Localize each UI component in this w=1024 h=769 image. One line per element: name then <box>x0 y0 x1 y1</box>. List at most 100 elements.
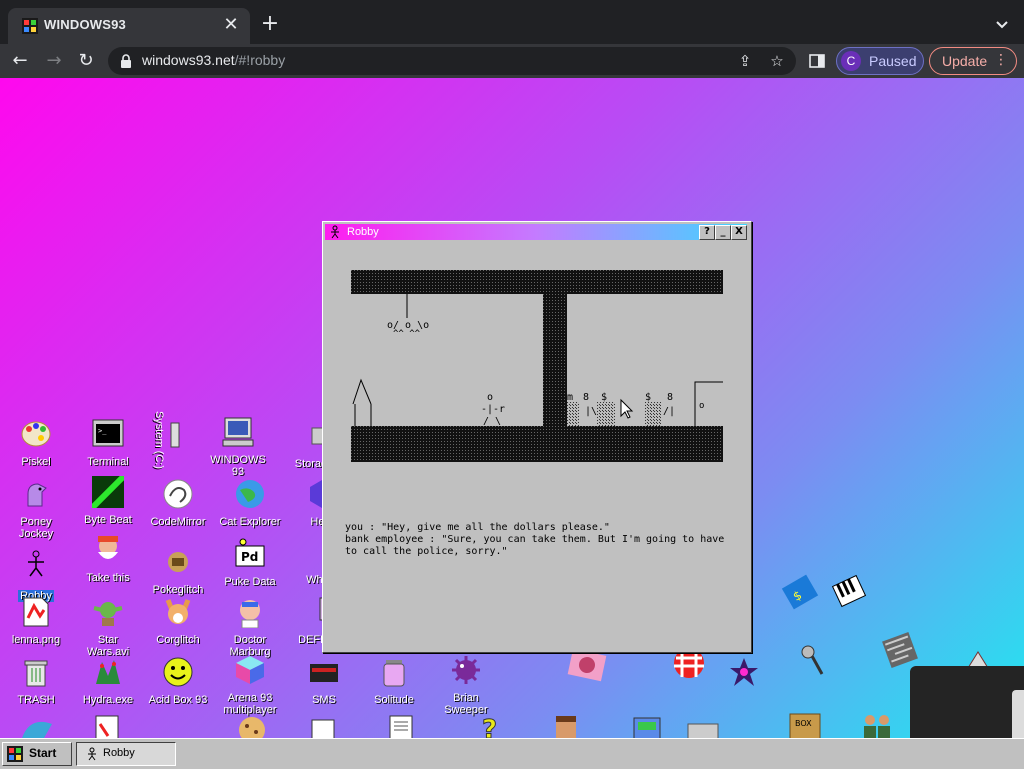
desktop-icon-corglitch[interactable]: Corglitch <box>146 596 210 646</box>
desktop-icon-doctor-marburg[interactable]: Doctor Marburg <box>218 596 282 658</box>
bootleg-icon: $ <box>781 574 819 610</box>
address-bar[interactable]: windows93.net/#!robby ⇪ ☆ <box>108 47 796 75</box>
forward-icon[interactable]: → <box>42 49 66 73</box>
desktop-icon-star-wars[interactable]: Star Wars.avi <box>76 596 140 658</box>
tab-search-chevron-icon[interactable] <box>992 14 1012 34</box>
robby-game-scene[interactable]: o/ o \o ^^ ^^ o -|-r / \ m 8 |\ $ $ 8 /|… <box>351 270 723 462</box>
desktop-icon-cat-explorer[interactable]: Cat Explorer <box>218 478 282 528</box>
tent <box>352 378 372 426</box>
bank-employee: 8 <box>583 392 589 403</box>
desktop-icon-take-this[interactable]: Take this <box>76 534 140 584</box>
tab-close-icon[interactable]: ✕ <box>220 14 242 36</box>
desktop-icon-piskel[interactable]: Piskel <box>4 418 68 468</box>
kebab-menu-icon[interactable]: ⋮ <box>994 52 1008 68</box>
question-mark-icon: ? <box>482 715 498 739</box>
side-panel-icon[interactable] <box>808 52 826 70</box>
counter <box>567 402 579 426</box>
reload-icon[interactable]: ↻ <box>74 49 98 73</box>
windows93-logo-icon <box>7 746 23 762</box>
cookie-icon <box>239 717 265 738</box>
cube-icon <box>236 656 264 684</box>
image-file-icon <box>23 597 49 627</box>
taskbar-item-label: Robby <box>103 747 135 759</box>
svg-text:/|: /| <box>663 406 675 417</box>
lamp-light: ^^ ^^ <box>393 329 421 339</box>
svg-text:>_: >_ <box>98 427 107 435</box>
dialog-text: you : "Hey, give me all the dollars plea… <box>345 522 725 557</box>
desktop-icon-hydra[interactable]: Hydra.exe <box>76 656 140 706</box>
maze-3d-icon <box>882 632 918 668</box>
desktop-icon-trash[interactable]: TRASH <box>4 656 68 706</box>
old-man-icon <box>98 536 118 559</box>
yoda-icon <box>93 602 123 626</box>
share-icon[interactable]: ⇪ <box>736 52 754 70</box>
window-titlebar[interactable]: Robby ? _ X <box>325 224 747 240</box>
svg-text:/ \: / \ <box>483 416 501 427</box>
desktop-icon-byte-beat[interactable]: Byte Beat <box>76 473 140 526</box>
browser-overlay-panel <box>910 666 1024 738</box>
profile-status: Paused <box>869 53 917 69</box>
pillar <box>543 294 567 426</box>
window-title: Robby <box>347 226 379 238</box>
svg-text:8: 8 <box>667 392 673 403</box>
desktop-icon-windows93[interactable]: WINDOWS 93 <box>206 416 270 478</box>
desktop: $ Piskel >_ Terminal System (C:) WINDOWS… <box>0 78 1024 738</box>
paint-palette-icon <box>21 421 51 447</box>
profile-button[interactable]: C Paused <box>836 47 924 75</box>
doom-face-icon <box>556 716 576 738</box>
close-button[interactable]: X <box>731 225 747 240</box>
pony-icon <box>27 483 47 507</box>
lock-icon <box>121 54 131 68</box>
start-button[interactable]: Start <box>2 742 72 766</box>
jar-icon <box>383 660 405 687</box>
gameboy-icon <box>687 723 719 738</box>
desktop-icon-robby[interactable]: Robby <box>4 548 68 603</box>
desktop-icon-lenna[interactable]: lenna.png <box>4 596 68 646</box>
text-file-icon <box>389 715 413 738</box>
stick-figure-icon <box>331 225 339 239</box>
bookmark-star-icon[interactable]: ☆ <box>768 52 786 70</box>
browser-toolbar: ← → ↻ windows93.net/#!robby ⇪ ☆ C Paused… <box>0 44 1024 78</box>
desktop-icon-puke-data[interactable]: Pd Puke Data <box>218 538 282 588</box>
ex-icon <box>730 658 758 686</box>
desktop-icon-acid-box[interactable]: Acid Box 93 <box>146 656 210 706</box>
hydra-icon <box>96 660 120 684</box>
desktop-icon-sms[interactable]: SMS <box>292 656 356 706</box>
computer-icon <box>222 417 254 447</box>
taskbar-item-robby[interactable]: Robby <box>76 742 176 766</box>
svg-text:|\: |\ <box>585 406 597 417</box>
console-icon <box>310 664 338 682</box>
desktop-icon-arena-93[interactable]: Arena 93 multiplayer <box>218 654 282 716</box>
desktop-icon-poney-jockey[interactable]: Poney Jockey <box>4 478 68 540</box>
pure-data-icon: Pd <box>235 538 265 567</box>
update-button[interactable]: Update ⋮ <box>929 47 1017 75</box>
svg-text:?: ? <box>482 715 497 738</box>
new-tab-icon[interactable]: + <box>258 12 282 36</box>
help-button[interactable]: ? <box>699 225 715 240</box>
desktop-icon-brian-sweeper[interactable]: Brian Sweeper <box>434 654 498 716</box>
browser-tab[interactable]: WINDOWS93 ✕ <box>8 8 250 44</box>
dolphin-icon <box>22 721 52 738</box>
svg-text:-|-r: -|-r <box>481 404 505 415</box>
ceiling <box>351 270 723 294</box>
pokeglitch-icon <box>168 552 188 572</box>
update-label: Update <box>942 53 988 69</box>
desktop-icon-terminal[interactable]: >_ Terminal <box>76 418 140 468</box>
desktop-icon-codemirror[interactable]: CodeMirror <box>146 478 210 528</box>
desktop-icon-system-c[interactable]: System (C:) <box>140 408 180 469</box>
microphone-icon <box>801 645 824 675</box>
taskbar: Start Robby <box>0 738 1024 769</box>
back-icon[interactable]: ← <box>8 49 32 73</box>
browser-tab-bar: WINDOWS93 ✕ + <box>0 0 1024 44</box>
overlay-scroll-handle[interactable] <box>1012 690 1024 738</box>
terminal-icon: >_ <box>92 419 124 447</box>
document-icon <box>95 715 119 738</box>
globe-icon <box>236 480 264 508</box>
trash-icon <box>24 660 48 687</box>
desktop-icon-solitude[interactable]: Solitude <box>362 656 426 706</box>
svg-text:$: $ <box>645 392 651 403</box>
stick-figure-icon <box>88 747 96 761</box>
svg-text:Pd: Pd <box>241 550 258 564</box>
desktop-icon-pokeglitch[interactable]: Pokeglitch <box>146 546 210 596</box>
minimize-button[interactable]: _ <box>715 225 731 240</box>
